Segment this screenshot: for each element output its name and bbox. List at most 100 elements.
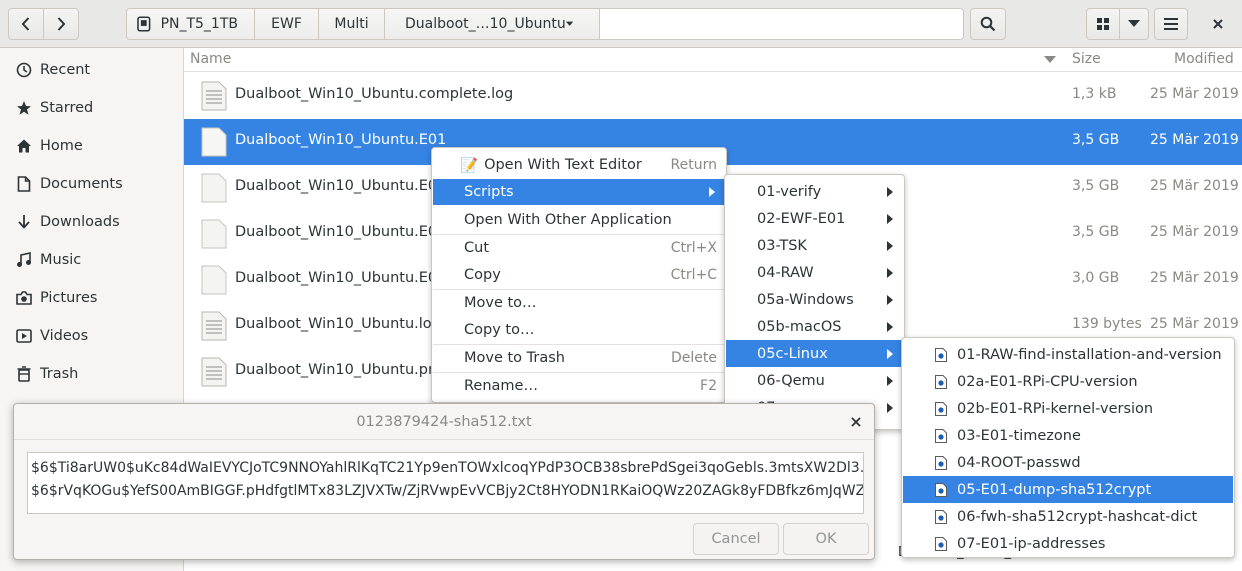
- menu-item-label: Open With Other Application: [464, 212, 672, 228]
- sidebar-item-downloads[interactable]: Downloads: [0, 203, 183, 241]
- submenu-arrow-icon: [887, 268, 893, 278]
- crumb-current[interactable]: Dualboot_…10_Ubuntu: [385, 9, 600, 39]
- menu-item-rename[interactable]: Rename… F2: [433, 373, 725, 399]
- sidebar-item-label: Pictures: [40, 290, 98, 306]
- sidebar-item-music[interactable]: Music: [0, 241, 183, 279]
- search-button[interactable]: [970, 8, 1006, 40]
- menu-item-label: Copy: [464, 267, 501, 283]
- file-size: 3,5 GB: [1072, 224, 1120, 240]
- ok-button[interactable]: OK: [783, 523, 869, 555]
- path-bar: PN_T5_1TB EWF Multi Dualboot_…10_Ubuntu: [126, 8, 964, 40]
- forward-button[interactable]: [43, 8, 79, 40]
- sidebar-item-home[interactable]: Home: [0, 127, 183, 165]
- menu-item-copy-to[interactable]: Copy to…: [433, 317, 725, 343]
- linux-script-item-selected[interactable]: 05-E01-dump-sha512crypt: [903, 476, 1233, 503]
- sidebar-item-label: Documents: [40, 176, 123, 192]
- column-modified[interactable]: Modified: [1174, 51, 1234, 67]
- file-row[interactable]: Dualboot_Win10_Ubuntu.complete.log 1,3 k…: [184, 73, 1242, 119]
- menu-item-move-to-trash[interactable]: Move to Trash Delete: [433, 345, 725, 371]
- menu-item-copy[interactable]: Copy Ctrl+C: [433, 262, 725, 288]
- cancel-button[interactable]: Cancel: [693, 523, 779, 555]
- file-size: 1,3 kB: [1072, 86, 1117, 102]
- scripts-item[interactable]: 02-EWF-E01: [726, 205, 903, 232]
- menu-item-open-other-app[interactable]: Open With Other Application: [433, 207, 725, 233]
- scripts-item-label: 05b-macOS: [757, 318, 842, 335]
- sidebar-item-recent[interactable]: Recent: [0, 51, 183, 89]
- view-grid-button[interactable]: [1086, 8, 1120, 40]
- submenu-arrow-icon: [887, 349, 893, 359]
- blank-file-icon: [201, 219, 227, 249]
- menu-item-scripts[interactable]: Scripts: [433, 179, 725, 205]
- linux-script-item[interactable]: 06-fwh-sha512crypt-hashcat-dict: [903, 503, 1233, 530]
- file-size: 3,0 GB: [1072, 270, 1120, 286]
- scripts-item[interactable]: 06-Qemu: [726, 367, 903, 394]
- linux-script-label: 07-E01-ip-addresses: [957, 535, 1106, 552]
- menu-item-cut[interactable]: Cut Ctrl+X: [433, 235, 725, 261]
- clock-icon: [0, 62, 40, 78]
- sidebar-item-label: Videos: [40, 328, 89, 344]
- file-name: Dualboot_Win10_Ubuntu.E01: [235, 132, 447, 148]
- scripts-item-label: 02-EWF-E01: [757, 210, 846, 227]
- linux-script-label: 02b-E01-RPi-kernel-version: [957, 400, 1154, 417]
- crumb-multi-label: Multi: [334, 16, 369, 32]
- sidebar-item-label: Home: [40, 138, 83, 154]
- submenu-arrow-icon: [887, 214, 893, 224]
- back-button[interactable]: [8, 8, 44, 40]
- main-menu-button[interactable]: [1154, 8, 1188, 40]
- linux-script-item[interactable]: 02b-E01-RPi-kernel-version: [903, 395, 1233, 422]
- dialog-text-area[interactable]: $6$Ti8arUW0$uKc84dWaIEVYCJoTC9NNOYahlRlK…: [27, 452, 864, 514]
- menu-accel: Delete: [671, 350, 717, 366]
- linux-script-label: 03-E01-timezone: [957, 427, 1081, 444]
- dialog-title: 0123879424-sha512.txt: [14, 404, 874, 440]
- linux-script-item[interactable]: 04-ROOT-passwd: [903, 449, 1233, 476]
- dialog-close-button[interactable]: [848, 414, 864, 430]
- scripts-item[interactable]: 04-RAW: [726, 259, 903, 286]
- menu-item-move-to[interactable]: Move to…: [433, 290, 725, 316]
- scripts-item-selected[interactable]: 05c-Linux: [726, 340, 903, 367]
- linux-script-item[interactable]: 03-E01-timezone: [903, 422, 1233, 449]
- sidebar-item-trash[interactable]: Trash: [0, 355, 183, 393]
- file-modified: 25 Mär 2019: [1150, 316, 1239, 332]
- file-name: Dualboot_Win10_Ubuntu.complete.log: [235, 86, 514, 102]
- music-icon: [0, 252, 40, 268]
- submenu-arrow-icon: [887, 295, 893, 305]
- scripts-item[interactable]: 05a-Windows: [726, 286, 903, 313]
- menu-accel: Ctrl+X: [670, 240, 717, 256]
- scripts-item[interactable]: 01-verify: [726, 178, 903, 205]
- linux-script-item[interactable]: 01-RAW-find-installation-and-version: [903, 341, 1233, 368]
- chevron-right-icon: [57, 17, 66, 31]
- column-size[interactable]: Size: [1072, 51, 1101, 67]
- crumb-multi[interactable]: Multi: [319, 9, 385, 39]
- linux-script-label: 04-ROOT-passwd: [957, 454, 1081, 471]
- crumb-root[interactable]: PN_T5_1TB: [127, 9, 255, 39]
- sidebar-item-videos[interactable]: Videos: [0, 317, 183, 355]
- window-close-button[interactable]: [1202, 8, 1234, 40]
- view-options-button[interactable]: [1119, 8, 1149, 40]
- document-icon: [0, 176, 40, 192]
- menu-item-open-text-editor[interactable]: 📝 Open With Text Editor Return: [433, 152, 725, 178]
- file-modified: 25 Mär 2019: [1150, 178, 1239, 194]
- menu-item-label: Move to Trash: [464, 350, 565, 366]
- script-file-icon: [935, 375, 947, 389]
- sidebar-item-pictures[interactable]: Pictures: [0, 279, 183, 317]
- scripts-item[interactable]: 03-TSK: [726, 232, 903, 259]
- sidebar-item-starred[interactable]: Starred: [0, 89, 183, 127]
- crumb-root-label: PN_T5_1TB: [160, 16, 238, 32]
- script-file-icon: [935, 483, 947, 497]
- menu-item-label: Move to…: [464, 295, 537, 311]
- download-icon: [0, 214, 40, 230]
- crumb-ewf[interactable]: EWF: [255, 9, 319, 39]
- scripts-item-label: 01-verify: [757, 183, 822, 200]
- header-bar: PN_T5_1TB EWF Multi Dualboot_…10_Ubuntu: [0, 0, 1242, 48]
- file-modified: 25 Mär 2019: [1150, 224, 1239, 240]
- close-icon: [1213, 19, 1223, 29]
- linux-script-item[interactable]: 02a-E01-RPi-CPU-version: [903, 368, 1233, 395]
- linux-script-label: 05-E01-dump-sha512crypt: [957, 481, 1152, 498]
- sidebar-item-documents[interactable]: Documents: [0, 165, 183, 203]
- linux-script-item[interactable]: 07-E01-ip-addresses: [903, 530, 1233, 557]
- column-name[interactable]: Name: [190, 51, 231, 67]
- scripts-item[interactable]: 05b-macOS: [726, 313, 903, 340]
- close-icon: [851, 417, 861, 427]
- file-name: Dualboot_Win10_Ubuntu.E03: [235, 224, 447, 240]
- menu-accel: Ctrl+C: [670, 267, 717, 283]
